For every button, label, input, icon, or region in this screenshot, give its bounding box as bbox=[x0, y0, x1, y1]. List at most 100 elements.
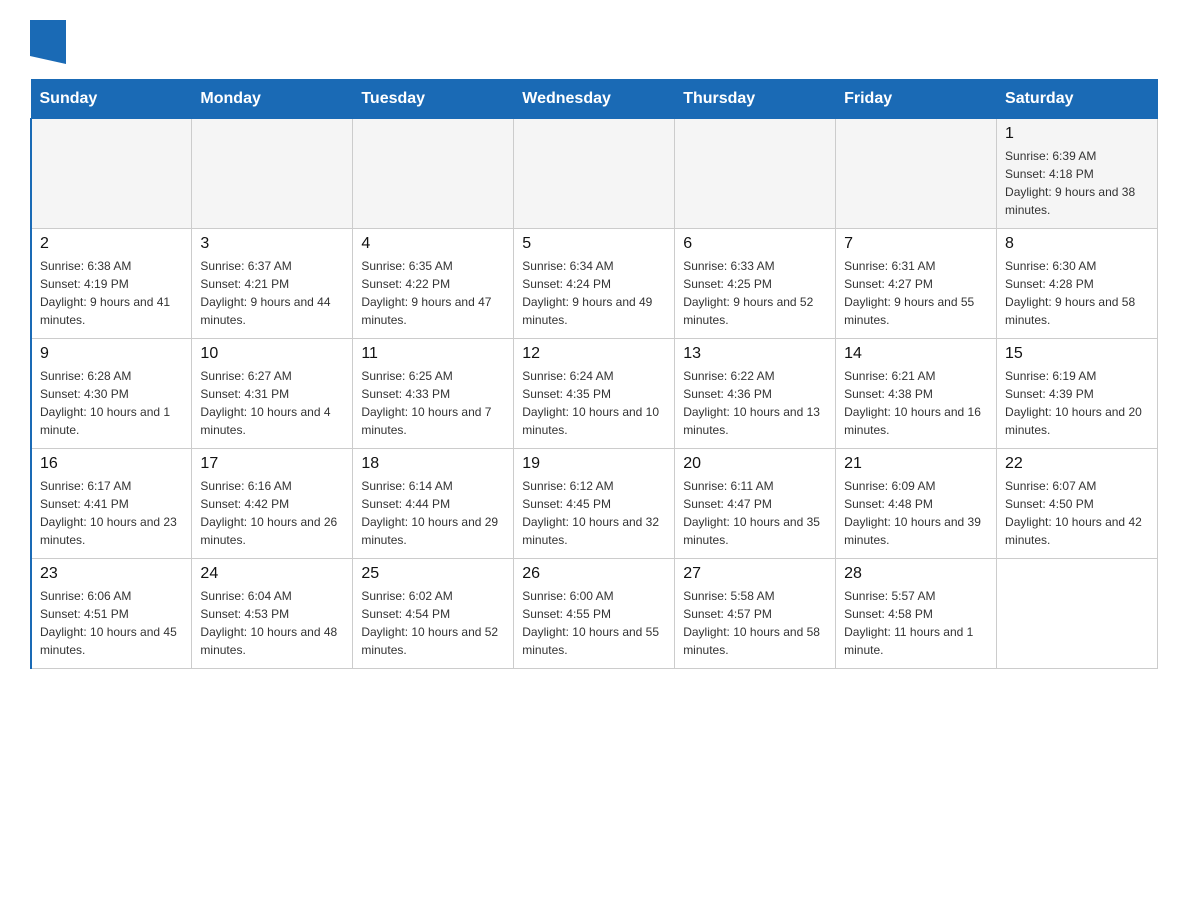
calendar-cell bbox=[997, 559, 1158, 669]
day-number: 19 bbox=[522, 455, 666, 473]
day-number: 16 bbox=[40, 455, 183, 473]
week-row-4: 16 Sunrise: 6:17 AMSunset: 4:41 PMDayligh… bbox=[31, 449, 1158, 559]
calendar-cell: 5 Sunrise: 6:34 AMSunset: 4:24 PMDaylight… bbox=[514, 229, 675, 339]
header-wednesday: Wednesday bbox=[514, 80, 675, 119]
day-number: 22 bbox=[1005, 455, 1149, 473]
day-info: Sunrise: 6:31 AMSunset: 4:27 PMDaylight:… bbox=[844, 257, 988, 329]
day-number: 17 bbox=[200, 455, 344, 473]
calendar-cell: 9 Sunrise: 6:28 AMSunset: 4:30 PMDaylight… bbox=[31, 339, 192, 449]
calendar-cell: 7 Sunrise: 6:31 AMSunset: 4:27 PMDaylight… bbox=[836, 229, 997, 339]
day-info: Sunrise: 6:27 AMSunset: 4:31 PMDaylight:… bbox=[200, 367, 344, 439]
calendar-cell: 21 Sunrise: 6:09 AMSunset: 4:48 PMDayligh… bbox=[836, 449, 997, 559]
calendar-cell bbox=[192, 119, 353, 229]
calendar-cell: 13 Sunrise: 6:22 AMSunset: 4:36 PMDayligh… bbox=[675, 339, 836, 449]
week-row-5: 23 Sunrise: 6:06 AMSunset: 4:51 PMDayligh… bbox=[31, 559, 1158, 669]
calendar-cell bbox=[675, 119, 836, 229]
day-info: Sunrise: 6:34 AMSunset: 4:24 PMDaylight:… bbox=[522, 257, 666, 329]
calendar-cell bbox=[353, 119, 514, 229]
calendar-cell: 28 Sunrise: 5:57 AMSunset: 4:58 PMDayligh… bbox=[836, 559, 997, 669]
day-number: 26 bbox=[522, 565, 666, 583]
day-info: Sunrise: 6:21 AMSunset: 4:38 PMDaylight:… bbox=[844, 367, 988, 439]
day-info: Sunrise: 6:00 AMSunset: 4:55 PMDaylight:… bbox=[522, 587, 666, 659]
calendar-table: SundayMondayTuesdayWednesdayThursdayFrid… bbox=[30, 79, 1158, 669]
day-info: Sunrise: 5:57 AMSunset: 4:58 PMDaylight:… bbox=[844, 587, 988, 659]
calendar-cell: 16 Sunrise: 6:17 AMSunset: 4:41 PMDayligh… bbox=[31, 449, 192, 559]
day-number: 1 bbox=[1005, 125, 1149, 143]
calendar-cell: 12 Sunrise: 6:24 AMSunset: 4:35 PMDayligh… bbox=[514, 339, 675, 449]
calendar-cell: 25 Sunrise: 6:02 AMSunset: 4:54 PMDayligh… bbox=[353, 559, 514, 669]
day-number: 5 bbox=[522, 235, 666, 253]
day-info: Sunrise: 6:30 AMSunset: 4:28 PMDaylight:… bbox=[1005, 257, 1149, 329]
day-number: 24 bbox=[200, 565, 344, 583]
week-row-3: 9 Sunrise: 6:28 AMSunset: 4:30 PMDaylight… bbox=[31, 339, 1158, 449]
calendar-cell: 27 Sunrise: 5:58 AMSunset: 4:57 PMDayligh… bbox=[675, 559, 836, 669]
page-header bbox=[30, 20, 1158, 69]
day-number: 18 bbox=[361, 455, 505, 473]
calendar-cell: 17 Sunrise: 6:16 AMSunset: 4:42 PMDayligh… bbox=[192, 449, 353, 559]
calendar-header-row: SundayMondayTuesdayWednesdayThursdayFrid… bbox=[31, 80, 1158, 119]
day-info: Sunrise: 6:07 AMSunset: 4:50 PMDaylight:… bbox=[1005, 477, 1149, 549]
day-number: 3 bbox=[200, 235, 344, 253]
calendar-cell: 3 Sunrise: 6:37 AMSunset: 4:21 PMDaylight… bbox=[192, 229, 353, 339]
day-number: 14 bbox=[844, 345, 988, 363]
logo bbox=[30, 20, 70, 69]
day-number: 10 bbox=[200, 345, 344, 363]
calendar-cell: 8 Sunrise: 6:30 AMSunset: 4:28 PMDaylight… bbox=[997, 229, 1158, 339]
day-info: Sunrise: 6:28 AMSunset: 4:30 PMDaylight:… bbox=[40, 367, 183, 439]
day-info: Sunrise: 6:37 AMSunset: 4:21 PMDaylight:… bbox=[200, 257, 344, 329]
calendar-cell: 19Sunrise: 6:12 AMSunset: 4:45 PMDayligh… bbox=[514, 449, 675, 559]
day-number: 21 bbox=[844, 455, 988, 473]
day-number: 8 bbox=[1005, 235, 1149, 253]
calendar-cell: 20 Sunrise: 6:11 AMSunset: 4:47 PMDayligh… bbox=[675, 449, 836, 559]
day-info: Sunrise: 6:11 AMSunset: 4:47 PMDaylight:… bbox=[683, 477, 827, 549]
calendar-cell: 11Sunrise: 6:25 AMSunset: 4:33 PMDayligh… bbox=[353, 339, 514, 449]
day-number: 15 bbox=[1005, 345, 1149, 363]
logo-icon bbox=[30, 20, 66, 69]
header-thursday: Thursday bbox=[675, 80, 836, 119]
day-number: 25 bbox=[361, 565, 505, 583]
day-info: Sunrise: 6:22 AMSunset: 4:36 PMDaylight:… bbox=[683, 367, 827, 439]
day-number: 4 bbox=[361, 235, 505, 253]
week-row-2: 2Sunrise: 6:38 AMSunset: 4:19 PMDaylight… bbox=[31, 229, 1158, 339]
day-info: Sunrise: 6:33 AMSunset: 4:25 PMDaylight:… bbox=[683, 257, 827, 329]
day-info: Sunrise: 6:24 AMSunset: 4:35 PMDaylight:… bbox=[522, 367, 666, 439]
day-info: Sunrise: 6:09 AMSunset: 4:48 PMDaylight:… bbox=[844, 477, 988, 549]
calendar-cell: 22 Sunrise: 6:07 AMSunset: 4:50 PMDayligh… bbox=[997, 449, 1158, 559]
calendar-cell bbox=[31, 119, 192, 229]
day-number: 7 bbox=[844, 235, 988, 253]
header-sunday: Sunday bbox=[31, 80, 192, 119]
week-row-1: 1 Sunrise: 6:39 AMSunset: 4:18 PMDaylight… bbox=[31, 119, 1158, 229]
day-info: Sunrise: 6:19 AMSunset: 4:39 PMDaylight:… bbox=[1005, 367, 1149, 439]
calendar-cell: 2Sunrise: 6:38 AMSunset: 4:19 PMDaylight… bbox=[31, 229, 192, 339]
day-info: Sunrise: 6:16 AMSunset: 4:42 PMDaylight:… bbox=[200, 477, 344, 549]
calendar-cell: 24Sunrise: 6:04 AMSunset: 4:53 PMDayligh… bbox=[192, 559, 353, 669]
day-number: 12 bbox=[522, 345, 666, 363]
day-info: Sunrise: 6:35 AMSunset: 4:22 PMDaylight:… bbox=[361, 257, 505, 329]
header-monday: Monday bbox=[192, 80, 353, 119]
calendar-cell: 10 Sunrise: 6:27 AMSunset: 4:31 PMDayligh… bbox=[192, 339, 353, 449]
day-number: 13 bbox=[683, 345, 827, 363]
day-number: 9 bbox=[40, 345, 183, 363]
day-info: Sunrise: 6:14 AMSunset: 4:44 PMDaylight:… bbox=[361, 477, 505, 549]
day-number: 2 bbox=[40, 235, 183, 253]
calendar-cell bbox=[836, 119, 997, 229]
day-info: Sunrise: 6:17 AMSunset: 4:41 PMDaylight:… bbox=[40, 477, 183, 549]
calendar-cell: 14 Sunrise: 6:21 AMSunset: 4:38 PMDayligh… bbox=[836, 339, 997, 449]
day-number: 20 bbox=[683, 455, 827, 473]
day-number: 6 bbox=[683, 235, 827, 253]
calendar-cell: 6 Sunrise: 6:33 AMSunset: 4:25 PMDaylight… bbox=[675, 229, 836, 339]
day-info: Sunrise: 5:58 AMSunset: 4:57 PMDaylight:… bbox=[683, 587, 827, 659]
header-friday: Friday bbox=[836, 80, 997, 119]
calendar-cell: 15 Sunrise: 6:19 AMSunset: 4:39 PMDayligh… bbox=[997, 339, 1158, 449]
day-info: Sunrise: 6:25 AMSunset: 4:33 PMDaylight:… bbox=[361, 367, 505, 439]
calendar-cell: 18 Sunrise: 6:14 AMSunset: 4:44 PMDayligh… bbox=[353, 449, 514, 559]
header-tuesday: Tuesday bbox=[353, 80, 514, 119]
day-number: 27 bbox=[683, 565, 827, 583]
day-info: Sunrise: 6:39 AMSunset: 4:18 PMDaylight:… bbox=[1005, 147, 1149, 219]
calendar-cell: 23 Sunrise: 6:06 AMSunset: 4:51 PMDayligh… bbox=[31, 559, 192, 669]
day-number: 28 bbox=[844, 565, 988, 583]
day-number: 23 bbox=[40, 565, 183, 583]
day-info: Sunrise: 6:06 AMSunset: 4:51 PMDaylight:… bbox=[40, 587, 183, 659]
calendar-cell: 26 Sunrise: 6:00 AMSunset: 4:55 PMDayligh… bbox=[514, 559, 675, 669]
day-info: Sunrise: 6:02 AMSunset: 4:54 PMDaylight:… bbox=[361, 587, 505, 659]
